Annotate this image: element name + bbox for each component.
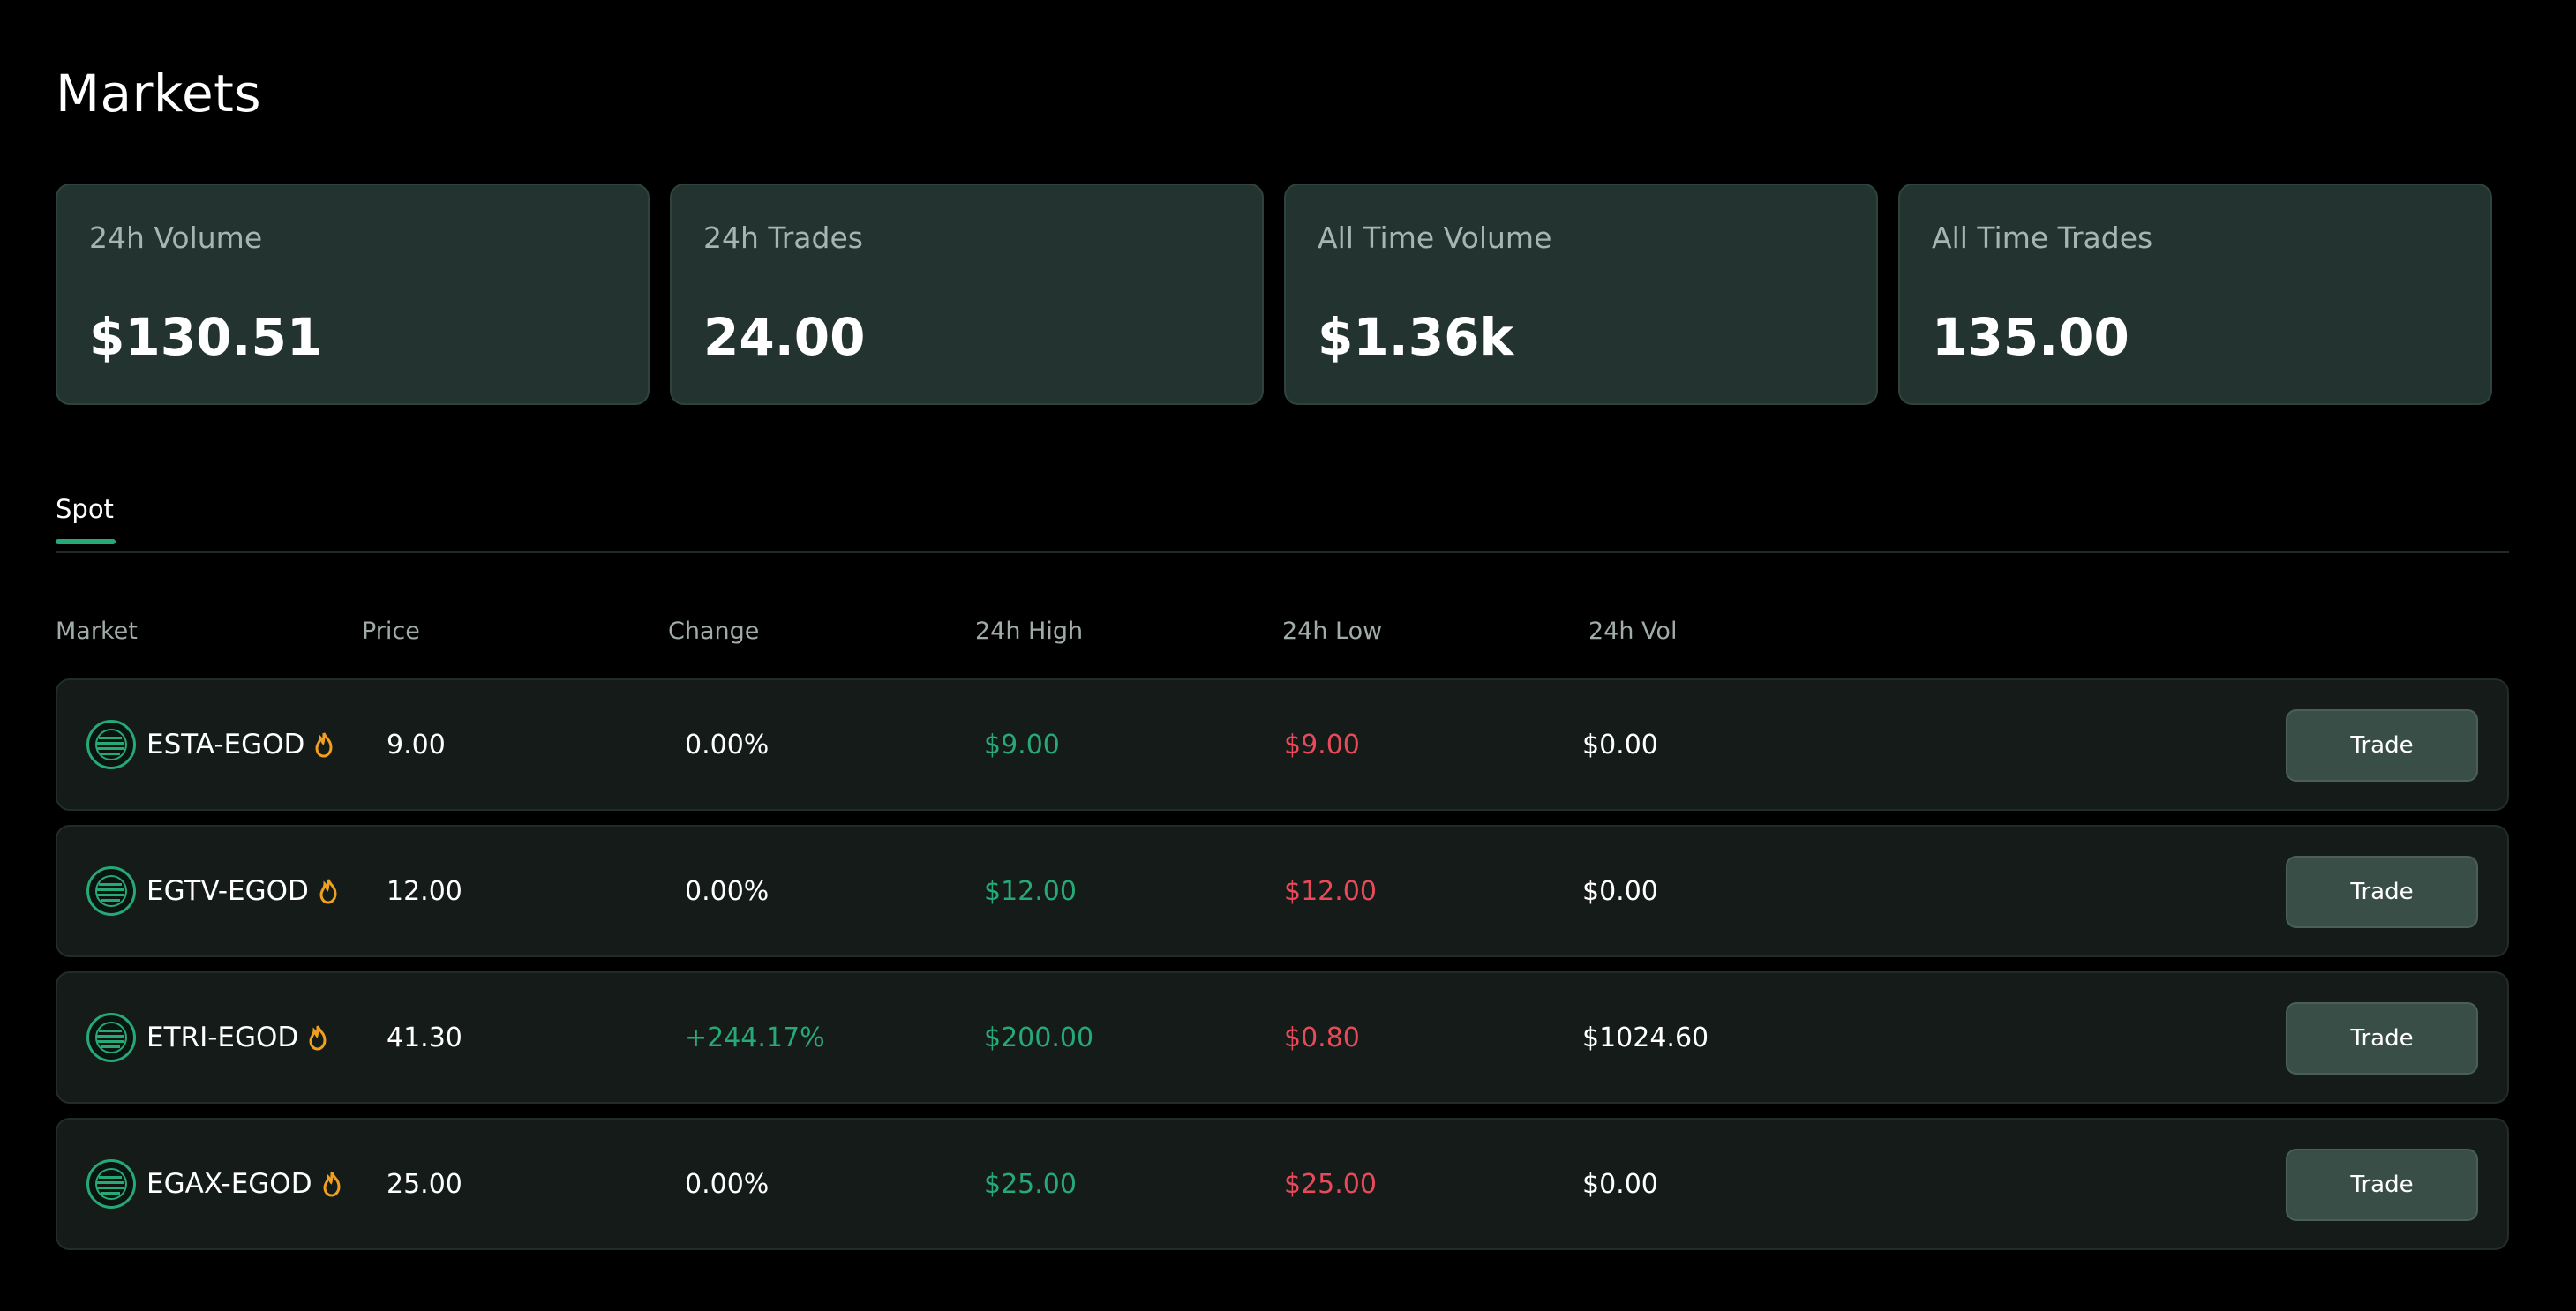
change-cell: 0.00% <box>685 875 770 907</box>
price-cell: 41.30 <box>387 1022 462 1053</box>
market-cell: ETRI-EGOD <box>86 973 328 1102</box>
tab-spot[interactable]: Spot <box>56 494 116 544</box>
stat-label: 24h Trades <box>703 221 863 255</box>
high-cell: $9.00 <box>984 729 1060 760</box>
coin-logo-icon <box>86 866 136 916</box>
stat-label: All Time Volume <box>1318 221 1552 255</box>
stats-row: 24h Volume $130.51 24h Trades 24.00 All … <box>56 184 2492 405</box>
market-name: ETRI-EGOD <box>146 1022 299 1053</box>
low-cell: $0.80 <box>1284 1022 1360 1053</box>
stat-value: 24.00 <box>703 307 866 367</box>
coin-logo-icon <box>86 1159 136 1209</box>
low-cell: $25.00 <box>1284 1168 1377 1200</box>
market-cell: EGTV-EGOD <box>86 827 339 955</box>
high-cell: $25.00 <box>984 1168 1077 1200</box>
table-row[interactable]: EGTV-EGOD 12.00 0.00% $12.00 $12.00 $0.0… <box>56 825 2509 957</box>
stat-card-all-time-trades: All Time Trades 135.00 <box>1898 184 2492 405</box>
low-cell: $9.00 <box>1284 729 1360 760</box>
stat-card-all-time-volume: All Time Volume $1.36k <box>1284 184 1878 405</box>
fire-icon <box>319 879 337 904</box>
stat-card-24h-trades: 24h Trades 24.00 <box>670 184 1264 405</box>
fire-icon <box>315 732 333 758</box>
stat-label: All Time Trades <box>1932 221 2153 255</box>
fire-icon <box>309 1025 327 1051</box>
price-cell: 9.00 <box>387 729 446 760</box>
table-header: Market Price Change 24h High 24h Low 24h… <box>56 618 2509 653</box>
stat-value: 135.00 <box>1932 307 2129 367</box>
stat-value: $1.36k <box>1318 307 1514 367</box>
high-cell: $200.00 <box>984 1022 1094 1053</box>
market-cell: EGAX-EGOD <box>86 1120 342 1248</box>
column-header-change[interactable]: Change <box>668 618 759 645</box>
market-name: EGAX-EGOD <box>146 1168 312 1200</box>
trade-button[interactable]: Trade <box>2286 1002 2478 1075</box>
change-cell: 0.00% <box>685 729 770 760</box>
column-header-24h-low[interactable]: 24h Low <box>1282 618 1382 645</box>
coin-logo-icon <box>86 1013 136 1062</box>
price-cell: 25.00 <box>387 1168 462 1200</box>
column-header-market[interactable]: Market <box>56 618 138 645</box>
low-cell: $12.00 <box>1284 875 1377 907</box>
trade-button[interactable]: Trade <box>2286 709 2478 782</box>
market-name: EGTV-EGOD <box>146 875 309 907</box>
markets-table: ESTA-EGOD 9.00 0.00% $9.00 $9.00 $0.00 T… <box>56 678 2509 1264</box>
active-tab-indicator <box>56 539 116 544</box>
stat-card-24h-volume: 24h Volume $130.51 <box>56 184 650 405</box>
change-cell: +244.17% <box>685 1022 825 1053</box>
market-tabs: Spot <box>56 494 2509 553</box>
volume-cell: $0.00 <box>1582 875 1658 907</box>
table-row[interactable]: ESTA-EGOD 9.00 0.00% $9.00 $9.00 $0.00 T… <box>56 678 2509 811</box>
coin-logo-icon <box>86 720 136 769</box>
column-header-price[interactable]: Price <box>362 618 420 645</box>
volume-cell: $0.00 <box>1582 1168 1658 1200</box>
stat-label: 24h Volume <box>89 221 263 255</box>
price-cell: 12.00 <box>387 875 462 907</box>
tab-label: Spot <box>56 494 114 524</box>
table-row[interactable]: EGAX-EGOD 25.00 0.00% $25.00 $25.00 $0.0… <box>56 1118 2509 1250</box>
table-row[interactable]: ETRI-EGOD 41.30 +244.17% $200.00 $0.80 $… <box>56 971 2509 1104</box>
market-name: ESTA-EGOD <box>146 729 305 760</box>
column-header-24h-high[interactable]: 24h High <box>975 618 1083 645</box>
volume-cell: $0.00 <box>1582 729 1658 760</box>
volume-cell: $1024.60 <box>1582 1022 1709 1053</box>
change-cell: 0.00% <box>685 1168 770 1200</box>
market-cell: ESTA-EGOD <box>86 680 334 809</box>
fire-icon <box>323 1172 341 1197</box>
page-title: Markets <box>56 64 262 124</box>
stat-value: $130.51 <box>89 307 323 367</box>
trade-button[interactable]: Trade <box>2286 856 2478 928</box>
column-header-24h-vol[interactable]: 24h Vol <box>1588 618 1677 645</box>
trade-button[interactable]: Trade <box>2286 1149 2478 1221</box>
high-cell: $12.00 <box>984 875 1077 907</box>
markets-page: Markets 24h Volume $130.51 24h Trades 24… <box>0 0 2576 1311</box>
